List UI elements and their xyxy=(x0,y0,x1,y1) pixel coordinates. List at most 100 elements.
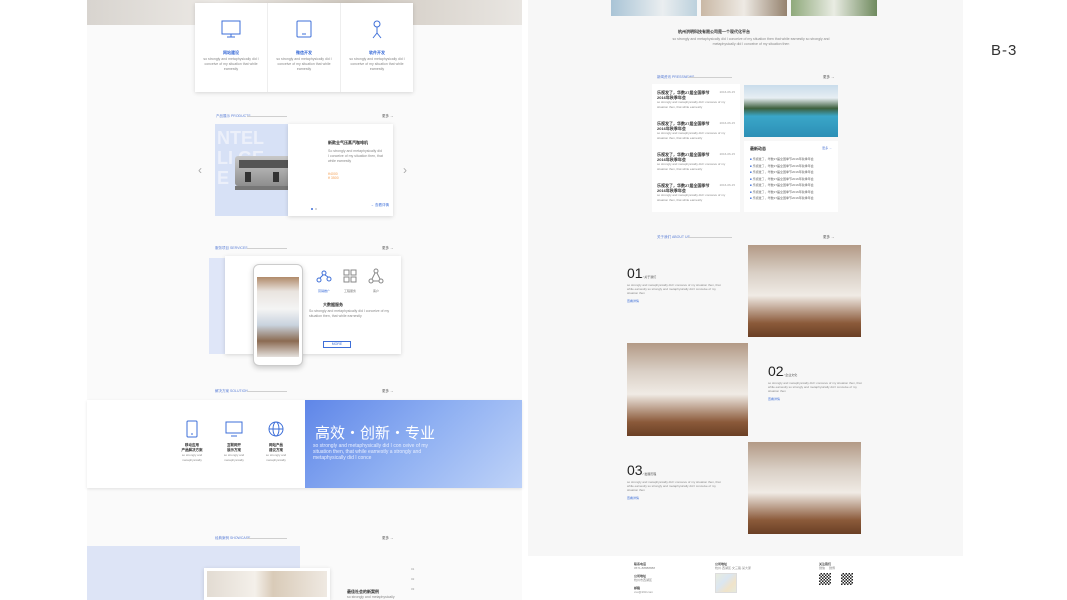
news-date: 2016-06-15 xyxy=(719,90,735,94)
service-item[interactable]: 工程服务 xyxy=(341,268,359,293)
footer-col-follow: 关注我们 微信 微博 xyxy=(819,562,853,585)
solution-title: 网站产品 建议方案 xyxy=(269,443,283,452)
carousel-dot[interactable] xyxy=(311,208,313,210)
more-link[interactable]: 更多 → xyxy=(823,235,834,240)
phone-screen xyxy=(257,277,299,357)
news-featured-image[interactable] xyxy=(744,85,838,137)
services-icons: 营销推广 工程服务 客户 xyxy=(315,268,385,293)
phone-mockup xyxy=(253,264,303,366)
feature-desc: so strongly and metaphysically did I con… xyxy=(203,57,259,71)
about-image xyxy=(748,442,861,534)
share-icon xyxy=(368,268,384,284)
solutions-band: 移动应用 产品解决方案 so strongly and metaphysical… xyxy=(87,400,522,488)
service-label: 营销推广 xyxy=(317,289,330,293)
chevron-left-icon[interactable]: ‹ xyxy=(198,163,202,177)
about-link[interactable]: 查看详情 xyxy=(768,397,863,401)
news-title: 乐视发了，华数27届全国季节2016年秋季年会 xyxy=(657,183,710,193)
section-divider xyxy=(247,116,287,117)
intro-text: so strongly and metaphysically did I con… xyxy=(672,37,830,46)
about-number: 03 xyxy=(627,462,643,478)
carousel-dot[interactable] xyxy=(315,208,317,210)
section-divider xyxy=(688,77,732,78)
grid-icon xyxy=(343,269,357,283)
more-link[interactable]: 更多 → xyxy=(382,114,393,119)
news-desc: so strongly and metaphysically did I con… xyxy=(657,193,726,202)
case-desc: so strongly and metaphysically xyxy=(347,595,395,599)
section-label: 产品展示 PRODUCTS xyxy=(216,114,251,118)
news-side-panel: 最新动态 更多 → ■ 乐视发了，华数27届全国季节2016年秋季年会 ■ 乐视… xyxy=(744,141,838,212)
solution-title: 互联网开 展示方案 xyxy=(227,443,241,452)
more-link[interactable]: 更多 → xyxy=(823,75,834,80)
page-label: B-3 xyxy=(991,42,1018,59)
news-item[interactable]: 乐视发了，华数27届全国季节2016年秋季年会 2016-06-15 so st… xyxy=(657,121,735,152)
chevron-right-icon[interactable]: › xyxy=(403,163,407,177)
side-list: ■ 乐视发了，华数27届全国季节2016年秋季年会 ■ 乐视发了，华数27届全国… xyxy=(750,156,832,202)
solution-item[interactable]: 网站产品 建议方案 so strongly and metaphysically xyxy=(261,420,291,463)
solution-item[interactable]: 互联网开 展示方案 so strongly and metaphysically xyxy=(219,420,249,463)
news-desc: so strongly and metaphysically did I con… xyxy=(657,100,726,109)
view-details-link[interactable]: → 查看详情 xyxy=(371,203,389,208)
thumbnail-image[interactable] xyxy=(791,0,877,16)
right-panel: 杭州洪明科技有限公司是一个现代化平台 so strongly and metap… xyxy=(528,0,963,600)
about-text: so strongly and metaphysically did I con… xyxy=(627,480,721,493)
section-label: 关于我们 ABOUT US xyxy=(657,235,690,239)
section-divider xyxy=(247,538,287,539)
news-date: 2016-06-15 xyxy=(719,152,735,156)
section-divider xyxy=(688,237,732,238)
coffee-machine-image xyxy=(235,152,288,192)
feature-desc: so strongly and metaphysically did I con… xyxy=(276,57,332,71)
footer-text: 微信 xyxy=(819,566,826,570)
product-title: 新款全气压蒸汽咖啡机 xyxy=(328,140,368,145)
product-image-panel: NTEL LI GE E xyxy=(215,124,288,216)
network-icon xyxy=(316,270,332,283)
thumbnail-image[interactable] xyxy=(611,0,697,16)
news-item[interactable]: 乐视发了，华数27届全国季节2016年秋季年会 2016-06-15 so st… xyxy=(657,152,735,183)
more-link[interactable]: 更多 → xyxy=(382,389,393,394)
left-panel: 网站建设 so strongly and metaphysically did … xyxy=(87,0,522,600)
news-item[interactable]: 乐视发了，华数27届全国季节2016年秋季年会 2016-06-15 so st… xyxy=(657,90,735,121)
section-label: 解决方案 SOLUTION xyxy=(215,389,248,393)
solution-desc: so strongly and metaphysically xyxy=(265,453,287,462)
about-image xyxy=(748,245,861,337)
feature-card[interactable]: 微信开发 so strongly and metaphysically did … xyxy=(268,3,341,92)
intro-title: 杭州洪明科技有限公司是一个现代化平台 xyxy=(678,29,750,34)
section-divider xyxy=(247,391,287,392)
product-carousel: NTEL LI GE E 新款全气压蒸汽咖啡机 So strongly and … xyxy=(215,124,393,216)
news-desc: so strongly and metaphysically did I con… xyxy=(657,131,726,140)
about-number: 02 xyxy=(768,363,784,379)
feature-card[interactable]: 网站建设 so strongly and metaphysically did … xyxy=(195,3,268,92)
qr-code-icon xyxy=(819,573,831,585)
side-title: 最新动态 xyxy=(750,146,766,151)
footer-map[interactable] xyxy=(715,573,737,593)
service-item[interactable]: 营销推广 xyxy=(315,268,333,293)
services-title: 大数据服务 xyxy=(323,302,343,307)
news-title: 乐视发了，华数27届全国季节2016年秋季年会 xyxy=(657,121,710,131)
more-link[interactable]: 更多 → xyxy=(382,246,393,251)
solutions-banner: 高效・创新・专业 so strongly and metaphysically … xyxy=(305,400,522,488)
about-item: 03/ 发展历程 so strongly and metaphysically … xyxy=(627,462,722,500)
more-button[interactable]: MORE xyxy=(323,341,351,348)
service-item[interactable]: 客户 xyxy=(367,268,385,293)
about-link[interactable]: 查看详情 xyxy=(627,299,722,303)
footer: 联系电话 0571-88888888 公司地址 杭州市西湖区 邮箱 xxx@16… xyxy=(528,556,963,600)
footer-col-contact: 联系电话 0571-88888888 公司地址 杭州市西湖区 邮箱 xxx@16… xyxy=(634,562,655,594)
solution-item[interactable]: 移动应用 产品解决方案 so strongly and metaphysical… xyxy=(177,420,207,463)
footer-text: 0571-88888888 xyxy=(634,566,656,570)
solution-desc: so strongly and metaphysically xyxy=(223,453,245,462)
carousel-dots xyxy=(311,208,317,210)
monitor-icon xyxy=(221,20,241,38)
footer-text: 杭州·西湖区·文三路·某大厦 xyxy=(715,566,751,570)
news-desc: so strongly and metaphysically did I con… xyxy=(657,162,726,171)
news-item[interactable]: 乐视发了，华数27届全国季节2016年秋季年会 2016-06-15 so st… xyxy=(657,183,735,214)
monitor-icon xyxy=(225,421,243,437)
side-item[interactable]: ■ 乐视发了，华数27届全国季节2016年秋季年会 xyxy=(750,195,832,202)
services-desc: So strongly and metaphysically did I con… xyxy=(309,309,390,318)
case-image-card[interactable] xyxy=(204,568,330,600)
about-link[interactable]: 查看详情 xyxy=(627,496,722,500)
product-price: ¥ 3500 xyxy=(328,176,339,180)
side-more-link[interactable]: 更多 → xyxy=(822,146,832,151)
feature-card[interactable]: 软件开发 so strongly and metaphysically did … xyxy=(341,3,413,92)
more-link[interactable]: 更多 → xyxy=(382,536,393,541)
service-label: 客户 xyxy=(372,289,379,293)
thumbnail-image[interactable] xyxy=(701,0,787,16)
